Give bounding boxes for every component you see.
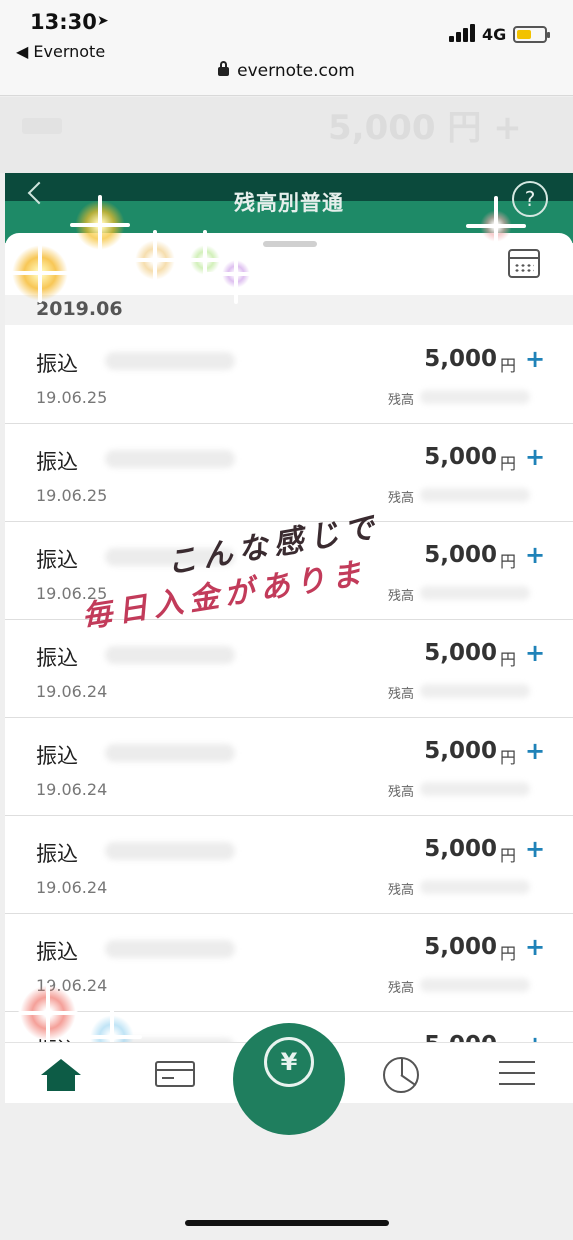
month-header: 2019.06 bbox=[5, 295, 573, 325]
deposit-plus-icon: + bbox=[525, 835, 546, 863]
home-icon[interactable] bbox=[41, 1053, 81, 1093]
transaction-amount: 5,000 bbox=[424, 542, 497, 568]
deposit-plus-icon: + bbox=[525, 345, 546, 373]
currency-label: 円 bbox=[500, 356, 517, 375]
sparkle-decoration bbox=[125, 230, 185, 290]
transaction-type: 振込 bbox=[36, 646, 78, 670]
balance-value-blurred bbox=[420, 978, 530, 992]
payer-name-blurred bbox=[105, 450, 235, 468]
back-to-app-link[interactable]: ◀ Evernote bbox=[16, 42, 105, 61]
balance-label: 残高 bbox=[388, 687, 415, 702]
deposit-plus-icon: + bbox=[525, 443, 546, 471]
url-text: evernote.com bbox=[237, 61, 355, 81]
transaction-date: 19.06.24 bbox=[36, 682, 108, 701]
transaction-amount: 5,000 bbox=[424, 738, 497, 764]
payer-name-blurred bbox=[105, 744, 235, 762]
url-bar[interactable]: evernote.com bbox=[0, 61, 573, 81]
transaction-type: 振込 bbox=[36, 842, 78, 866]
payer-name-blurred bbox=[105, 842, 235, 860]
calendar-icon[interactable] bbox=[508, 249, 540, 278]
battery-icon bbox=[513, 26, 550, 43]
transfer-button[interactable]: ¥ bbox=[233, 1023, 345, 1135]
menu-icon[interactable] bbox=[499, 1053, 535, 1093]
balance-value-blurred bbox=[420, 586, 530, 600]
currency-label: 円 bbox=[500, 944, 517, 963]
sparkle-decoration bbox=[18, 983, 78, 1043]
transaction-type: 振込 bbox=[36, 352, 78, 376]
status-bar: 13:30 ➤ ◀ Evernote 4G evernote.com bbox=[0, 0, 573, 96]
card-icon[interactable] bbox=[155, 1053, 195, 1093]
lock-icon bbox=[218, 61, 230, 76]
payer-name-blurred bbox=[105, 646, 235, 664]
transaction-row[interactable]: 振込 19.06.24 5,000 円 + 残高 bbox=[5, 718, 573, 816]
deposit-plus-icon: + bbox=[525, 933, 546, 961]
network-type: 4G bbox=[482, 25, 507, 44]
transaction-sheet: 2019.06 振込 19.06.25 5,000 円 + 残高 振込 19.06.25 5,0… bbox=[5, 233, 573, 1103]
transaction-amount: 5,000 bbox=[424, 444, 497, 470]
currency-label: 円 bbox=[500, 454, 517, 473]
clock: 13:30 bbox=[30, 10, 97, 34]
balance-value-blurred bbox=[420, 390, 530, 404]
transaction-date: 19.06.24 bbox=[36, 780, 108, 799]
sparkle-decoration bbox=[466, 196, 526, 256]
transaction-amount: 5,000 bbox=[424, 836, 497, 862]
currency-label: 円 bbox=[500, 650, 517, 669]
transaction-row[interactable]: 振込 19.06.24 5,000 円 + 残高 bbox=[5, 914, 573, 1012]
yen-exchange-icon: ¥ bbox=[264, 1037, 314, 1087]
location-icon: ➤ bbox=[97, 13, 109, 29]
currency-label: 円 bbox=[500, 552, 517, 571]
transaction-type: 振込 bbox=[36, 548, 78, 572]
transaction-type: 振込 bbox=[36, 450, 78, 474]
sparkle-decoration bbox=[206, 244, 266, 304]
transaction-date: 19.06.24 bbox=[36, 878, 108, 897]
home-indicator bbox=[185, 1220, 389, 1226]
payer-name-blurred bbox=[105, 352, 235, 370]
transaction-row[interactable]: 振込 19.06.25 5,000 円 + 残高 bbox=[5, 424, 573, 522]
balance-value-blurred bbox=[420, 782, 530, 796]
drag-handle[interactable] bbox=[263, 241, 317, 247]
balance-label: 残高 bbox=[388, 393, 415, 408]
deposit-plus-icon: + bbox=[525, 639, 546, 667]
transaction-row[interactable]: 振込 19.06.24 5,000 円 + 残高 bbox=[5, 816, 573, 914]
currency-label: 円 bbox=[500, 846, 517, 865]
balance-value-blurred bbox=[420, 684, 530, 698]
transaction-amount: 5,000 bbox=[424, 640, 497, 666]
balance-value-blurred bbox=[420, 880, 530, 894]
deposit-plus-icon: + bbox=[525, 737, 546, 765]
background-amount: 5,000 円 + bbox=[328, 108, 522, 148]
sparkle-decoration bbox=[70, 195, 130, 255]
balance-label: 残高 bbox=[388, 491, 415, 506]
balance-label: 残高 bbox=[388, 589, 415, 604]
balance-label: 残高 bbox=[388, 785, 415, 800]
chart-icon[interactable] bbox=[383, 1053, 423, 1093]
month-label: 2019.06 bbox=[36, 298, 123, 320]
transaction-type: 振込 bbox=[36, 744, 78, 768]
transaction-type: 振込 bbox=[36, 940, 78, 964]
balance-value-blurred bbox=[420, 488, 530, 502]
balance-label: 残高 bbox=[388, 981, 415, 996]
background-placeholder bbox=[22, 118, 62, 134]
sparkle-decoration bbox=[10, 243, 70, 303]
signal-icon bbox=[449, 24, 477, 42]
currency-label: 円 bbox=[500, 748, 517, 767]
balance-label: 残高 bbox=[388, 883, 415, 898]
help-button[interactable]: ? bbox=[512, 181, 548, 217]
deposit-plus-icon: + bbox=[525, 541, 546, 569]
transaction-amount: 5,000 bbox=[424, 934, 497, 960]
sparkle-decoration bbox=[175, 230, 235, 290]
payer-name-blurred bbox=[105, 940, 235, 958]
transaction-amount: 5,000 bbox=[424, 346, 497, 372]
transaction-row[interactable]: 振込 19.06.25 5,000 円 + 残高 bbox=[5, 326, 573, 424]
transaction-date: 19.06.25 bbox=[36, 486, 108, 505]
bottom-tab-bar: ¥ bbox=[5, 1023, 573, 1135]
transaction-date: 19.06.25 bbox=[36, 388, 108, 407]
